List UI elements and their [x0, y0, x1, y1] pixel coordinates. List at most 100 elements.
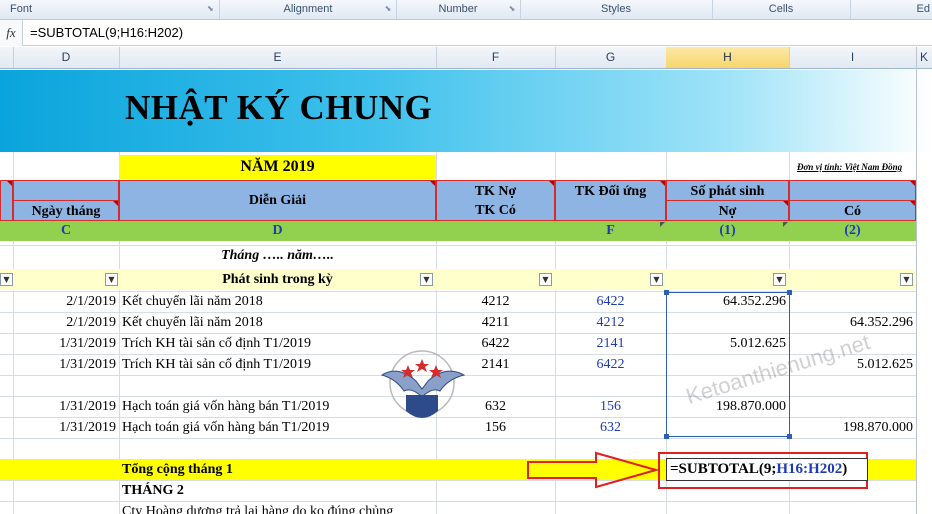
ribbon-group-alignment[interactable]: Alignment ⬊	[220, 0, 397, 19]
ribbon-group-editing[interactable]: Ed	[850, 0, 932, 19]
phat-sinh-label[interactable]: Phát sinh trong kỳ	[119, 269, 436, 290]
month2-label[interactable]: THÁNG 2	[119, 480, 436, 501]
doi-ung-cell[interactable]: 6422	[555, 291, 666, 312]
desc-cell[interactable]: Kết chuyển lãi năm 2018	[119, 291, 436, 312]
ribbon-group-label: Font	[10, 3, 33, 15]
doi-ung-cell[interactable]: 2141	[555, 333, 666, 354]
selection-handle[interactable]	[664, 434, 669, 439]
ribbon-group-label: Alignment	[283, 3, 333, 15]
year-label[interactable]: NĂM 2019	[119, 155, 436, 179]
date-cell[interactable]: 2/1/2019	[13, 291, 119, 312]
date-cell[interactable]: 1/31/2019	[13, 354, 119, 375]
total-label[interactable]: Tổng cộng tháng 1	[119, 459, 436, 480]
comment-marker-icon	[7, 181, 12, 186]
header-tk-co: TK Có	[475, 203, 516, 218]
column-header-k[interactable]: K	[916, 47, 932, 68]
comment-marker-icon	[113, 201, 118, 206]
ribbon-group-bar: Font ⬊ Alignment ⬊ Number ⬊ Styles Cells Ed	[0, 0, 932, 20]
gridline	[0, 438, 916, 439]
column-header-h[interactable]: H	[666, 47, 790, 68]
header-so-phat-sinh[interactable]: Số phát sinh	[666, 180, 789, 201]
ribbon-group-number[interactable]: Number ⬊	[396, 0, 521, 19]
header-dien-giai[interactable]: Diễn Giải	[119, 180, 436, 221]
filter-dropdown-icon[interactable]: ▼	[773, 273, 786, 286]
company-logo-icon	[380, 350, 466, 418]
filter-dropdown-icon[interactable]: ▼	[539, 273, 552, 286]
date-cell[interactable]: 1/31/2019	[13, 417, 119, 438]
header-tk-no-co[interactable]: TK Nợ TK Có	[436, 180, 555, 221]
filter-dropdown-icon[interactable]: ▼	[650, 273, 663, 286]
column-header-g[interactable]: G	[555, 47, 667, 68]
desc-cell[interactable]: Cty Hoàng dương trả lại hàng do ko đúng …	[119, 501, 436, 514]
header-no[interactable]: Nợ	[666, 200, 789, 221]
ribbon-group-label: Number	[438, 3, 478, 15]
date-cell[interactable]: 2/1/2019	[13, 312, 119, 333]
header-co[interactable]: Có	[789, 200, 916, 221]
formula-input[interactable]: =SUBTOTAL(9;H16:H202)	[30, 20, 183, 46]
selection-handle[interactable]	[664, 290, 669, 295]
column-header-f[interactable]: F	[436, 47, 556, 68]
ribbon-group-cells[interactable]: Cells	[712, 0, 851, 19]
column-header-d[interactable]: D	[13, 47, 120, 68]
fx-icon[interactable]: fx	[0, 20, 23, 46]
header-cell-empty[interactable]	[789, 180, 916, 201]
gridline	[916, 47, 917, 514]
co-cell[interactable]	[789, 291, 916, 312]
comment-marker-icon	[430, 181, 435, 186]
comment-marker-icon	[783, 222, 788, 227]
date-cell[interactable]	[13, 375, 119, 396]
dialog-launcher-icon[interactable]: ⬊	[207, 5, 215, 13]
ribbon-group-label: Ed	[916, 3, 930, 15]
formula-prefix: =SUBTOTAL(9;	[670, 461, 777, 477]
ribbon-group-styles[interactable]: Styles	[520, 0, 713, 19]
header-ngay-thang[interactable]: Ngày tháng	[13, 200, 119, 221]
ribbon-group-label: Styles	[601, 3, 631, 15]
column-header-spacer[interactable]	[0, 47, 14, 68]
comment-marker-icon	[660, 222, 665, 227]
dialog-launcher-icon[interactable]: ⬊	[384, 5, 392, 13]
comment-marker-icon	[910, 201, 915, 206]
ribbon-group-label: Cells	[768, 3, 794, 15]
ribbon-group-font[interactable]: Font ⬊	[0, 0, 220, 19]
code-h[interactable]: (1)	[666, 221, 789, 241]
column-header-e[interactable]: E	[119, 47, 437, 68]
selection-handle[interactable]	[787, 290, 792, 295]
filter-dropdown-icon[interactable]: ▼	[420, 273, 433, 286]
column-header-i[interactable]: I	[789, 47, 917, 68]
tk-cell[interactable]: 4212	[436, 291, 555, 312]
tk-cell[interactable]: 4211	[436, 312, 555, 333]
formula-range-ref: H16:H202	[776, 461, 843, 477]
formula-edit-cell[interactable]: =SUBTOTAL(9;H16:H202)	[666, 458, 868, 481]
comment-marker-icon	[660, 181, 665, 186]
comment-marker-icon	[549, 181, 554, 186]
code-i[interactable]: (2)	[789, 221, 916, 241]
selection-handle[interactable]	[787, 434, 792, 439]
filter-dropdown-icon[interactable]: ▼	[0, 273, 13, 286]
code-c[interactable]: C	[13, 221, 119, 241]
co-cell[interactable]: 64.352.296	[789, 312, 916, 333]
month-placeholder[interactable]: Tháng ….. năm…..	[119, 245, 436, 267]
dialog-launcher-icon[interactable]: ⬊	[508, 5, 516, 13]
formula-bar: fx =SUBTOTAL(9;H16:H202)	[0, 20, 932, 46]
code-f[interactable]: F	[555, 221, 666, 241]
pointer-arrow-icon	[527, 451, 658, 489]
unit-label[interactable]: Đơn vị tính: Việt Nam Đồng	[797, 160, 913, 176]
comment-marker-icon	[783, 201, 788, 206]
co-cell[interactable]	[789, 396, 916, 417]
header-cell-spacer[interactable]	[0, 180, 13, 221]
filter-dropdown-icon[interactable]: ▼	[900, 273, 913, 286]
date-cell[interactable]: 1/31/2019	[13, 396, 119, 417]
doi-ung-cell[interactable]: 156	[555, 396, 666, 417]
header-cell-empty[interactable]	[13, 180, 119, 201]
header-tk-no: TK Nợ	[474, 184, 517, 199]
filter-dropdown-icon[interactable]: ▼	[105, 273, 118, 286]
code-d[interactable]: D	[119, 221, 436, 241]
doi-ung-cell[interactable]: 4212	[555, 312, 666, 333]
date-cell[interactable]: 1/31/2019	[13, 333, 119, 354]
sheet-title: NHẬT KÝ CHUNG	[125, 88, 433, 127]
header-tk-doi-ung[interactable]: TK Đối ứng	[555, 180, 666, 221]
desc-cell[interactable]: Kết chuyển lãi năm 2018	[119, 312, 436, 333]
doi-ung-cell[interactable]: 6422	[555, 354, 666, 375]
doi-ung-cell[interactable]: 632	[555, 417, 666, 438]
co-cell[interactable]: 198.870.000	[789, 417, 916, 438]
